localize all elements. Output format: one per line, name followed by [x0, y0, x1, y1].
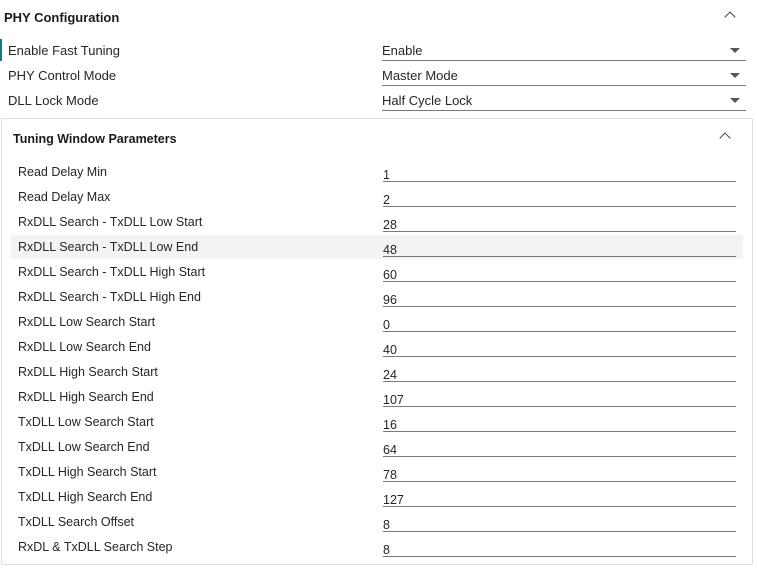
param-label: TxDLL Low Search End [18, 440, 150, 454]
param-label: RxDLL Low Search End [18, 340, 151, 354]
txdll-high-search-end-input[interactable] [383, 487, 736, 507]
txdll-low-search-start-input[interactable] [383, 412, 736, 432]
rxdll-search-txdll-low-start-input[interactable] [383, 212, 736, 232]
param-row-txdll-search-offset: TxDLL Search Offset [11, 510, 743, 534]
param-label: RxDLL High Search Start [18, 365, 158, 379]
param-row-search-step: RxDL & TxDLL Search Step [11, 535, 743, 559]
param-label: TxDLL Low Search Start [18, 415, 154, 429]
enable-fast-tuning-select[interactable]: Enable [382, 40, 746, 61]
rxdll-search-txdll-low-end-input[interactable] [383, 237, 736, 257]
field-dll-lock-mode: DLL Lock Mode Half Cycle Lock [0, 88, 757, 113]
dropdown-arrow-icon[interactable] [730, 48, 740, 53]
phy-control-mode-select[interactable]: Master Mode [382, 65, 746, 86]
param-label: Read Delay Min [18, 165, 107, 179]
param-label: Read Delay Max [18, 190, 111, 204]
txdll-high-search-start-input[interactable] [383, 462, 736, 482]
field-label: PHY Control Mode [8, 68, 117, 83]
param-row-rxdll-search-txdll-low-start: RxDLL Search - TxDLL Low Start [11, 210, 743, 234]
param-label: RxDLL Search - TxDLL Low End [18, 240, 199, 254]
param-row-txdll-low-search-end: TxDLL Low Search End [11, 435, 743, 459]
param-row-txdll-low-search-start: TxDLL Low Search Start [11, 410, 743, 434]
param-row-read-delay-min: Read Delay Min [11, 160, 743, 184]
field-label: Enable Fast Tuning [8, 43, 121, 58]
dll-lock-mode-select[interactable]: Half Cycle Lock [382, 90, 746, 111]
param-label: TxDLL Search Offset [18, 515, 135, 529]
param-row-txdll-high-search-start: TxDLL High Search Start [11, 460, 743, 484]
read-delay-max-input[interactable] [383, 187, 736, 207]
param-label: RxDLL High Search End [18, 390, 154, 404]
focus-indicator [0, 39, 2, 61]
field-enable-fast-tuning: Enable Fast Tuning Enable [0, 38, 757, 63]
param-label: TxDLL High Search End [18, 490, 153, 504]
select-value: Enable [382, 43, 423, 58]
param-label: RxDLL Search - TxDLL Low Start [18, 215, 203, 229]
read-delay-min-input[interactable] [383, 162, 736, 182]
param-row-rxdll-search-txdll-high-end: RxDLL Search - TxDLL High End [11, 285, 743, 309]
param-row-rxdll-low-search-end: RxDLL Low Search End [11, 335, 743, 359]
rxdll-low-search-start-input[interactable] [383, 312, 736, 332]
select-value: Master Mode [382, 68, 458, 83]
txdll-search-offset-input[interactable] [383, 512, 736, 532]
search-step-input[interactable] [383, 537, 736, 557]
tuning-window-parameters-header[interactable]: Tuning Window Parameters [2, 119, 752, 155]
param-label: TxDLL High Search Start [18, 465, 157, 479]
param-label: RxDLL Search - TxDLL High Start [18, 265, 206, 279]
param-row-rxdll-search-txdll-high-start: RxDLL Search - TxDLL High Start [11, 260, 743, 284]
txdll-low-search-end-input[interactable] [383, 437, 736, 457]
tuning-window-parameters-title: Tuning Window Parameters [13, 132, 177, 146]
param-label: RxDLL Low Search Start [18, 315, 156, 329]
dropdown-arrow-icon[interactable] [730, 73, 740, 78]
rxdll-search-txdll-high-start-input[interactable] [383, 262, 736, 282]
param-row-rxdll-high-search-start: RxDLL High Search Start [11, 360, 743, 384]
param-row-read-delay-max: Read Delay Max [11, 185, 743, 209]
param-row-rxdll-search-txdll-low-end: RxDLL Search - TxDLL Low End [11, 235, 743, 259]
rxdll-search-txdll-high-end-input[interactable] [383, 287, 736, 307]
param-label: RxDL & TxDLL Search Step [18, 540, 173, 554]
tuning-window-parameters-panel: Tuning Window Parameters Read Delay Min … [1, 118, 753, 565]
select-value: Half Cycle Lock [382, 93, 473, 108]
collapse-chevron-up-icon[interactable] [719, 132, 731, 144]
phy-configuration-panel: PHY Configuration Enable Fast Tuning Ena… [0, 0, 757, 568]
param-row-txdll-high-search-end: TxDLL High Search End [11, 485, 743, 509]
rxdll-high-search-start-input[interactable] [383, 362, 736, 382]
phy-configuration-header[interactable]: PHY Configuration [0, 0, 757, 34]
param-row-rxdll-low-search-start: RxDLL Low Search Start [11, 310, 743, 334]
field-phy-control-mode: PHY Control Mode Master Mode [0, 63, 757, 88]
param-label: RxDLL Search - TxDLL High End [18, 290, 201, 304]
field-label: DLL Lock Mode [8, 93, 99, 108]
rxdll-high-search-end-input[interactable] [383, 387, 736, 407]
rxdll-low-search-end-input[interactable] [383, 337, 736, 357]
param-row-rxdll-high-search-end: RxDLL High Search End [11, 385, 743, 409]
collapse-chevron-up-icon[interactable] [724, 11, 736, 23]
dropdown-arrow-icon[interactable] [730, 98, 740, 103]
phy-configuration-title: PHY Configuration [4, 10, 120, 25]
